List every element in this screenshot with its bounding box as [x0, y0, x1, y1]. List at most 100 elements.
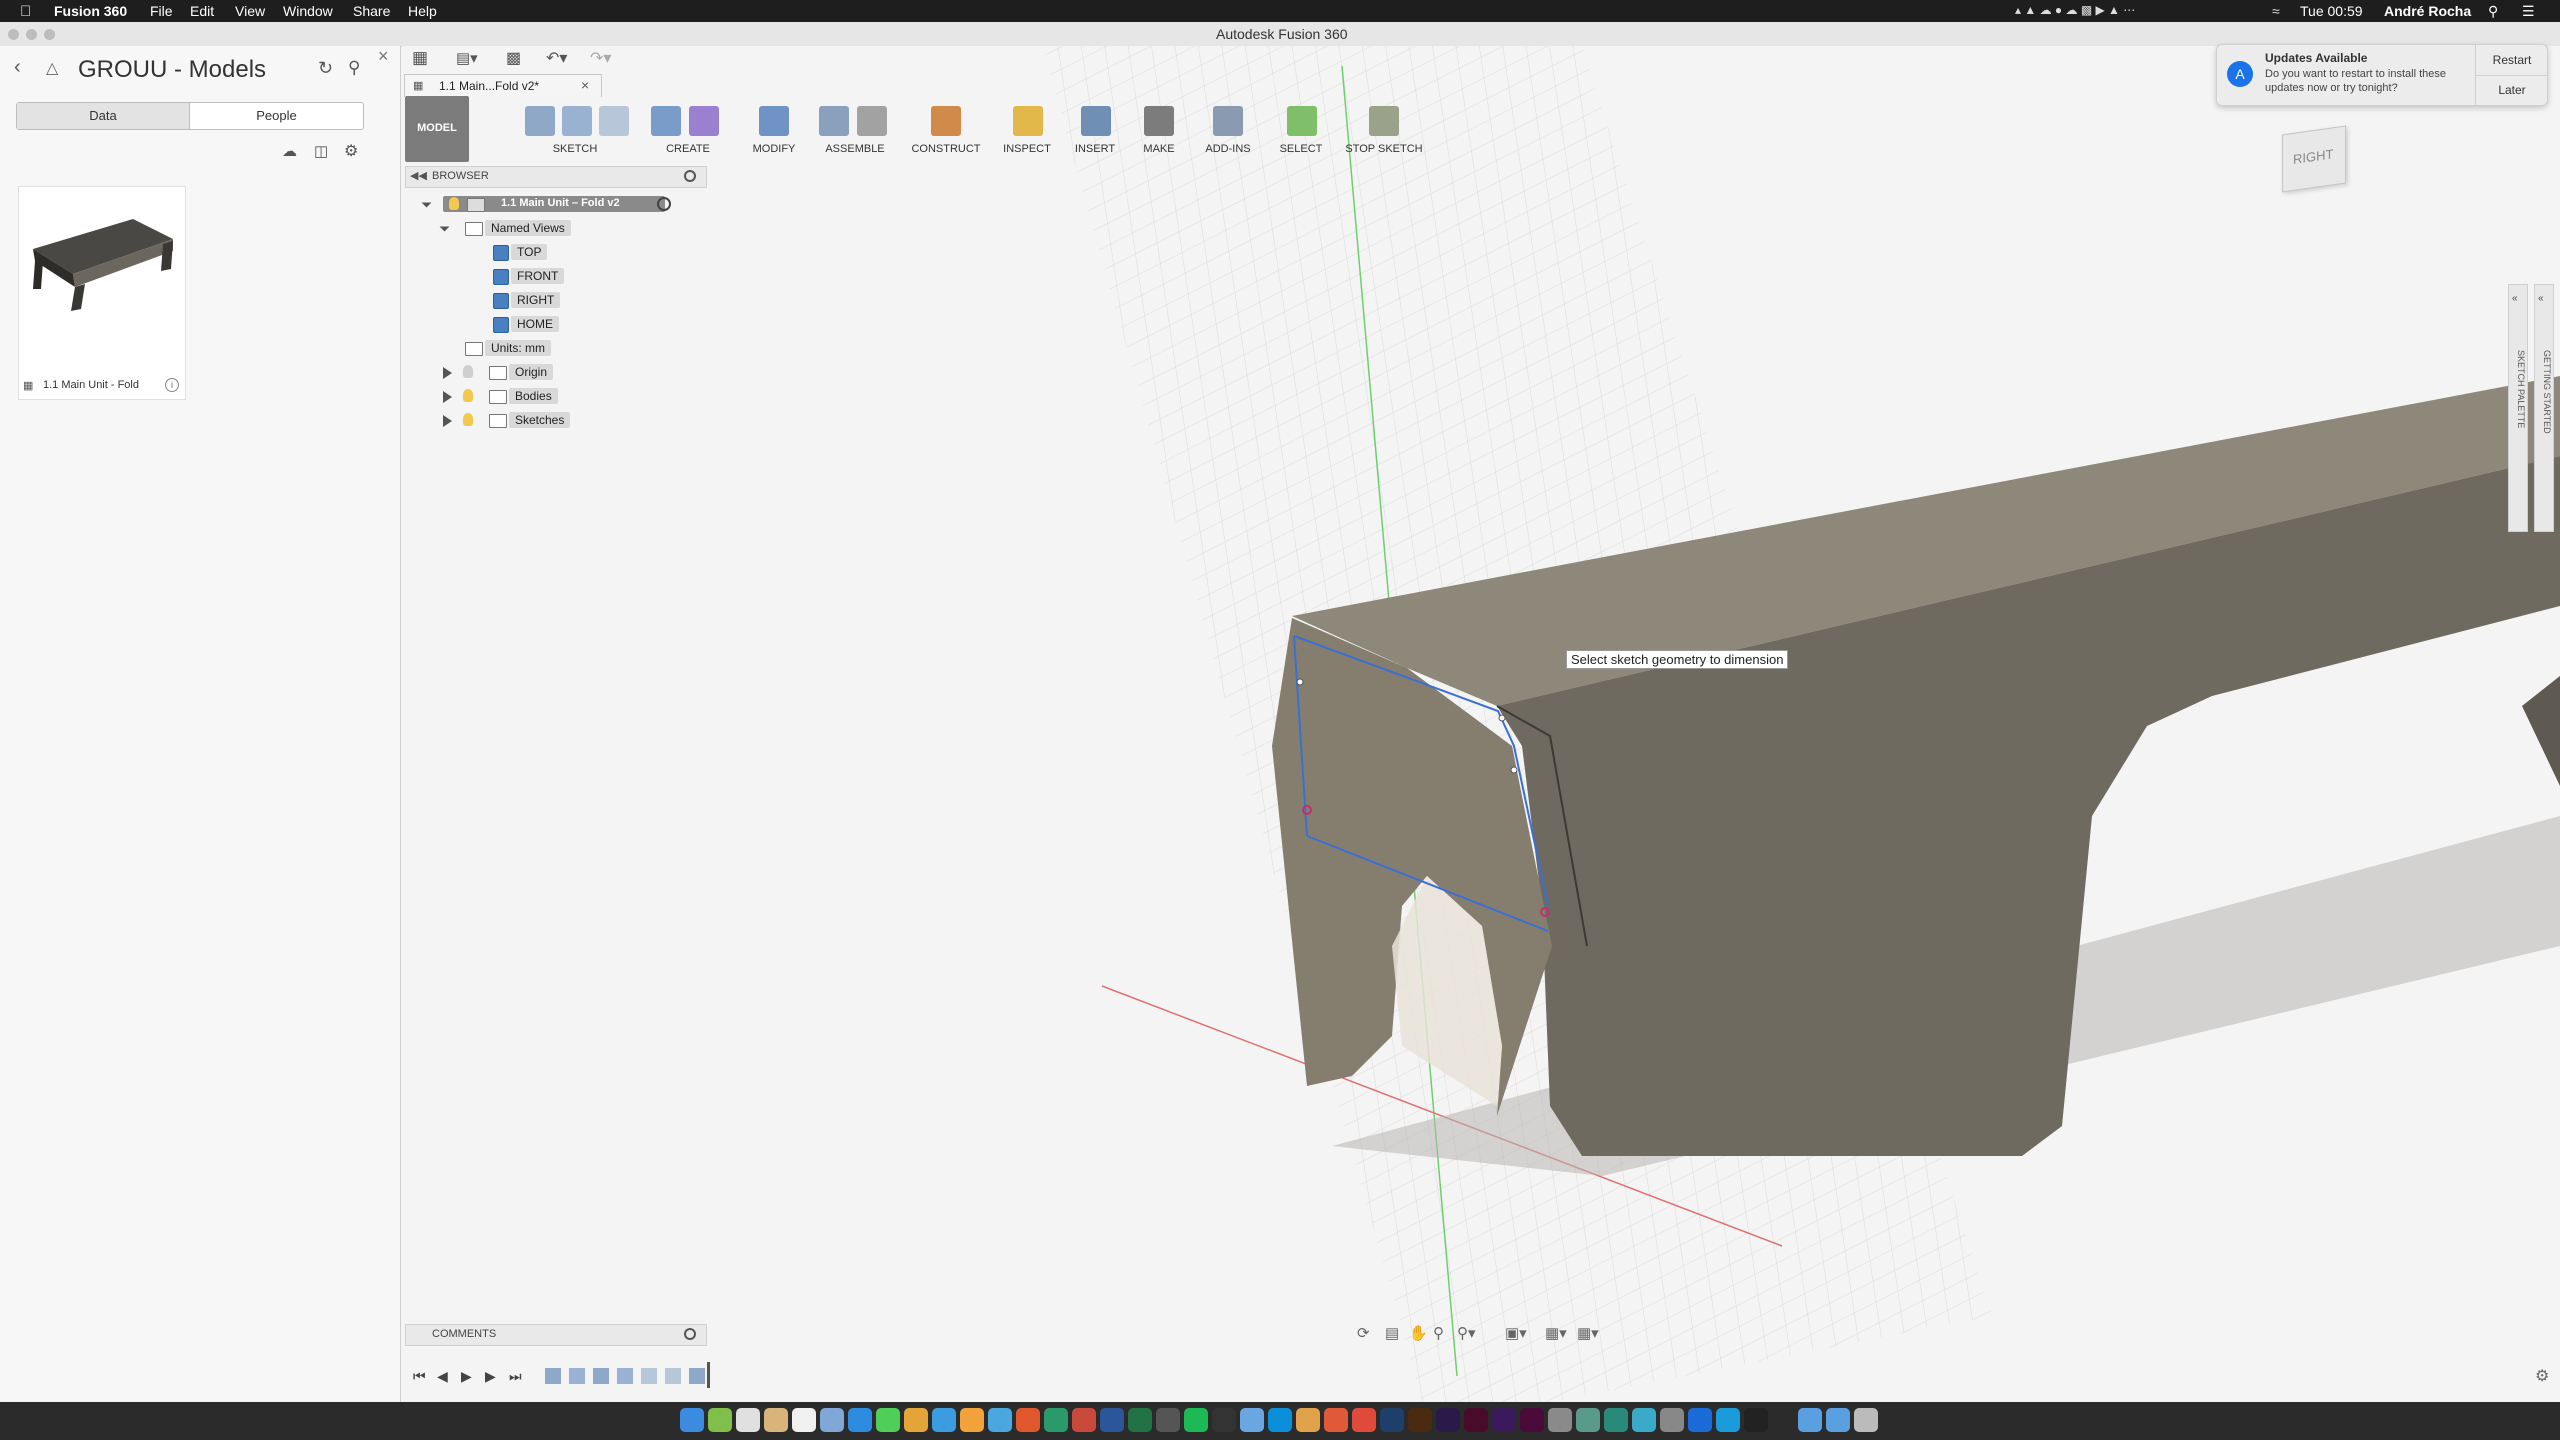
excel-icon[interactable]	[1128, 1408, 1152, 1432]
zoom-window-button[interactable]	[44, 29, 55, 40]
user-name[interactable]: André Rocha	[2384, 3, 2471, 19]
step-back-icon[interactable]: ◀	[437, 1368, 448, 1385]
select-group[interactable]: SELECT	[1269, 96, 1333, 162]
minimize-window-button[interactable]	[26, 29, 37, 40]
display-settings-icon[interactable]: ▣▾	[1505, 1324, 1527, 1342]
workspace-switcher[interactable]: MODEL	[405, 96, 469, 162]
expand-arrow-icon[interactable]	[439, 221, 450, 232]
expand-arrow-icon[interactable]	[421, 197, 432, 208]
premiere-icon[interactable]	[1492, 1408, 1516, 1432]
typora-icon[interactable]	[1156, 1408, 1180, 1432]
status-icons[interactable]: ▴ ▲ ☁ ● ☁ ▩ ▶ ▲ ⋯	[2015, 3, 2135, 17]
later-button[interactable]: Later	[2475, 75, 2548, 105]
grid-settings-icon[interactable]: ▦▾	[1545, 1324, 1567, 1342]
pin-icon[interactable]	[684, 170, 696, 182]
finder-icon[interactable]	[680, 1408, 704, 1432]
comments-bar[interactable]: COMMENTS	[405, 1324, 707, 1346]
browser-folder-named-views[interactable]: Named Views	[405, 218, 705, 238]
named-view-right[interactable]: RIGHT	[405, 290, 705, 310]
timeline-sketch-icon[interactable]	[617, 1368, 633, 1384]
vscode-icon[interactable]	[1688, 1408, 1712, 1432]
app-icon[interactable]	[1716, 1408, 1740, 1432]
sketch-point[interactable]	[1296, 678, 1304, 686]
wifi-icon[interactable]: ≈	[2272, 3, 2280, 19]
timeline-sketch-icon[interactable]	[569, 1368, 585, 1384]
zoom-icon[interactable]: ⚲	[1433, 1324, 1444, 1342]
back-icon[interactable]: ‹	[14, 56, 21, 79]
timeline-sketch-icon[interactable]	[593, 1368, 609, 1384]
fusion-icon[interactable]	[1296, 1408, 1320, 1432]
viewport-canvas[interactable]: Select sketch geometry to dimension RIGH…	[402, 46, 2560, 1402]
documents-folder-icon[interactable]	[1826, 1408, 1850, 1432]
file-menu-icon[interactable]: ▤▾	[456, 49, 478, 67]
document-tab[interactable]: ▦ 1.1 Main...Fold v2* ×	[404, 74, 602, 97]
slack-icon[interactable]	[1240, 1408, 1264, 1432]
expand-icon[interactable]: «	[2512, 293, 2518, 304]
notification-center-icon[interactable]: ☰	[2522, 3, 2535, 20]
trash-icon[interactable]	[1854, 1408, 1878, 1432]
calendar-icon[interactable]	[792, 1408, 816, 1432]
offset-plane-icon[interactable]	[931, 106, 961, 136]
model-viewport[interactable]	[402, 46, 2560, 1402]
modify-group[interactable]: MODIFY	[739, 96, 809, 162]
skype-icon[interactable]	[848, 1408, 872, 1432]
timeline-feature-icon[interactable]	[641, 1368, 657, 1384]
extrude-icon[interactable]	[651, 106, 681, 136]
sourcetree-icon[interactable]	[1044, 1408, 1068, 1432]
refresh-icon[interactable]: ↻	[318, 58, 333, 79]
clock[interactable]: Tue 00:59	[2300, 3, 2363, 19]
rhino-icon[interactable]	[1072, 1408, 1096, 1432]
chrome-icon[interactable]	[904, 1408, 928, 1432]
sketch-point[interactable]	[1510, 766, 1518, 774]
close-window-button[interactable]	[8, 29, 19, 40]
create-group[interactable]: CREATE	[645, 96, 731, 162]
safari-icon[interactable]	[988, 1408, 1012, 1432]
viewports-icon[interactable]: ▦▾	[1577, 1324, 1599, 1342]
construct-group[interactable]: CONSTRUCT	[903, 96, 989, 162]
firefox-dev-icon[interactable]	[1016, 1408, 1040, 1432]
timeline-feature-icon[interactable]	[665, 1368, 681, 1384]
go-to-start-icon[interactable]: ⏮	[413, 1368, 426, 1385]
expand-arrow-icon[interactable]	[443, 367, 452, 379]
make-group[interactable]: MAKE	[1131, 96, 1187, 162]
pan-icon[interactable]: ✋	[1409, 1324, 1428, 1342]
look-at-icon[interactable]: ▤	[1385, 1324, 1399, 1342]
whatsapp-icon[interactable]	[876, 1408, 900, 1432]
browser-units[interactable]: Units: mm	[405, 338, 705, 358]
visibility-bulb-icon[interactable]	[463, 365, 473, 378]
downloads-folder-icon[interactable]	[1798, 1408, 1822, 1432]
named-view-home[interactable]: HOME	[405, 314, 705, 334]
skype-business-icon[interactable]	[1268, 1408, 1292, 1432]
search-icon[interactable]: ⚲	[348, 58, 360, 78]
autocad-icon[interactable]	[1352, 1408, 1376, 1432]
timeline-settings-gear-icon[interactable]: ⚙	[2535, 1366, 2549, 1386]
data-panel-grid-icon[interactable]: ▦	[412, 48, 428, 68]
apple-icon[interactable]: 	[20, 3, 31, 20]
app-icon[interactable]	[1576, 1408, 1600, 1432]
browser-header[interactable]: ◀◀ BROWSER	[405, 166, 707, 188]
scripts-icon[interactable]	[1213, 106, 1243, 136]
named-view-front[interactable]: FRONT	[405, 266, 705, 286]
acrobat-icon[interactable]	[1324, 1408, 1348, 1432]
sketch-line-icon[interactable]	[562, 106, 592, 136]
undo-icon[interactable]: ↶▾	[546, 48, 567, 68]
press-pull-icon[interactable]	[759, 106, 789, 136]
visibility-bulb-icon[interactable]	[463, 389, 473, 402]
expand-arrow-icon[interactable]	[443, 415, 452, 427]
add-ins-group[interactable]: ADD-INS	[1193, 96, 1263, 162]
measure-icon[interactable]	[1013, 106, 1043, 136]
tab-data[interactable]: Data	[17, 103, 190, 129]
form-icon[interactable]	[689, 106, 719, 136]
arduino-icon[interactable]	[1604, 1408, 1628, 1432]
menu-help[interactable]: Help	[408, 3, 437, 19]
step-forward-icon[interactable]: ▶	[485, 1368, 496, 1385]
android-icon[interactable]	[708, 1408, 732, 1432]
word-icon[interactable]	[1100, 1408, 1124, 1432]
preview-icon[interactable]	[820, 1408, 844, 1432]
app-store-dock-icon[interactable]	[932, 1408, 956, 1432]
sketch-palette-collapsed[interactable]: « SKETCH PALETTE	[2508, 284, 2528, 532]
new-component-icon[interactable]	[819, 106, 849, 136]
visibility-bulb-icon[interactable]	[449, 197, 459, 210]
utility-icon[interactable]	[1548, 1408, 1572, 1432]
joint-icon[interactable]	[857, 106, 887, 136]
